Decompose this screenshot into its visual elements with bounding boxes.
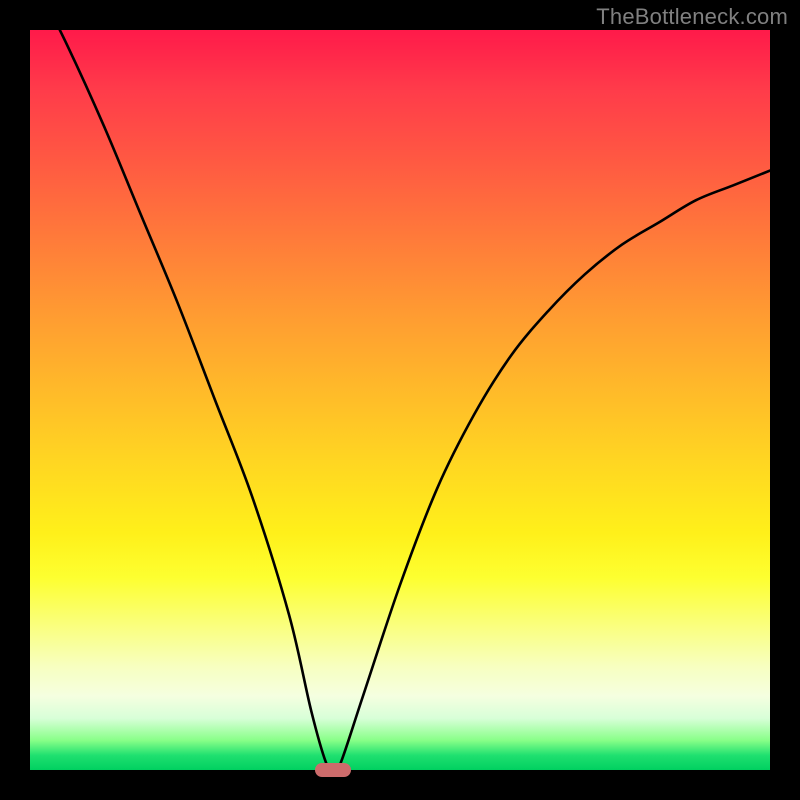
curve-svg <box>30 30 770 770</box>
chart-plot-area <box>30 30 770 770</box>
bottleneck-curve <box>30 30 770 770</box>
minimum-marker <box>315 763 351 777</box>
watermark-text: TheBottleneck.com <box>596 4 788 30</box>
